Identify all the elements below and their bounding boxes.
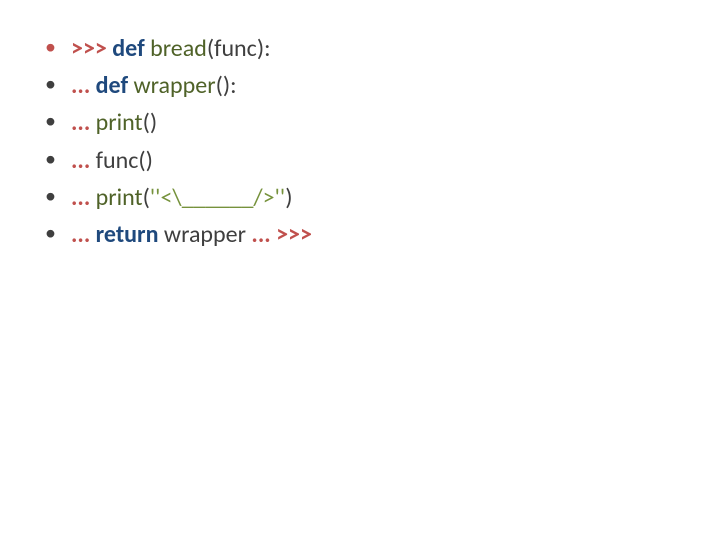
code-list: >>> def bread(func): ... def wrapper(): … bbox=[45, 30, 690, 253]
code-rest: () bbox=[143, 108, 158, 137]
identifier: print bbox=[96, 183, 143, 212]
code-line-2: ... def wrapper(): bbox=[45, 67, 690, 104]
prompt: >>> bbox=[71, 34, 107, 63]
code-line-4: ... func() bbox=[45, 142, 690, 179]
prompt: >>> bbox=[276, 220, 312, 249]
identifier: print bbox=[96, 108, 143, 137]
prompt: ... bbox=[71, 71, 90, 100]
keyword-return: return bbox=[96, 220, 159, 249]
code-line-1: >>> def bread(func): bbox=[45, 30, 690, 67]
identifier: bread bbox=[150, 34, 207, 63]
open-paren: ( bbox=[143, 183, 150, 212]
identifier: wrapper bbox=[134, 71, 216, 100]
code-rest: (): bbox=[216, 71, 237, 100]
code-line-6: ... return wrapper ... >>> bbox=[45, 216, 690, 253]
string-literal: ''<\______/>'' bbox=[150, 183, 285, 212]
prompt: ... bbox=[251, 220, 270, 249]
keyword-def: def bbox=[96, 71, 128, 100]
close-paren: ) bbox=[285, 183, 292, 212]
prompt: ... bbox=[71, 146, 90, 175]
prompt: ... bbox=[71, 108, 90, 137]
code-rest: (func): bbox=[207, 34, 271, 63]
code-text: wrapper bbox=[164, 220, 246, 249]
code-text: func() bbox=[96, 146, 153, 175]
code-line-3: ... print() bbox=[45, 104, 690, 141]
prompt: ... bbox=[71, 220, 90, 249]
code-line-5: ... print(''<\______/>'') bbox=[45, 179, 690, 216]
slide-content: >>> def bread(func): ... def wrapper(): … bbox=[0, 0, 720, 283]
keyword-def: def bbox=[112, 34, 144, 63]
prompt: ... bbox=[71, 183, 90, 212]
